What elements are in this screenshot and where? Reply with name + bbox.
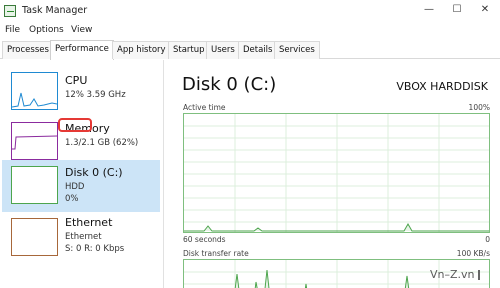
disk-title: Disk 0 (C:) xyxy=(65,166,123,179)
menu-view[interactable]: View xyxy=(71,25,92,35)
menu-file[interactable]: File xyxy=(5,25,20,35)
watermark: Vn–Z.vn xyxy=(430,268,480,281)
sidebar-item-cpu[interactable]: CPU 12% 3.59 GHz xyxy=(2,66,160,116)
memory-sparkline xyxy=(12,135,58,150)
disk-thumbnail-graph xyxy=(11,166,58,204)
cpu-usage: 12% 3.59 GHz xyxy=(65,90,126,100)
close-button[interactable]: ✕ xyxy=(474,2,496,18)
cpu-sparkline xyxy=(11,92,58,108)
minimize-button[interactable]: — xyxy=(418,2,440,18)
menu-options[interactable]: Options xyxy=(29,25,64,35)
device-name: VBOX HARDDISK xyxy=(396,80,488,93)
memory-thumbnail-graph xyxy=(11,122,58,160)
watermark-text: Vn–Z.vn xyxy=(430,268,475,281)
active-time-min: 0 xyxy=(485,235,490,244)
cpu-thumbnail-graph xyxy=(11,72,58,110)
tab-bar: Processes Performance App history Startu… xyxy=(0,40,500,60)
maximize-button[interactable]: ☐ xyxy=(446,2,468,18)
transfer-rate-max: 100 KB/s xyxy=(456,249,490,258)
time-window-label: 60 seconds xyxy=(183,235,226,244)
watermark-bar-icon xyxy=(478,270,482,280)
active-time-grid xyxy=(184,114,489,232)
ethernet-adapter: Ethernet xyxy=(65,232,102,242)
active-time-max: 100% xyxy=(468,103,490,112)
ethernet-thumbnail-graph xyxy=(11,218,58,256)
task-manager-icon xyxy=(4,5,16,17)
disk-type: HDD xyxy=(65,182,85,192)
tab-services[interactable]: Services xyxy=(274,41,320,59)
tab-startup[interactable]: Startup xyxy=(168,41,210,59)
window-title: Task Manager xyxy=(22,5,88,16)
memory-usage: 1.3/2.1 GB (62%) xyxy=(65,138,139,148)
ethernet-title: Ethernet xyxy=(65,216,113,229)
disk-usage: 0% xyxy=(65,194,79,204)
tab-app-history[interactable]: App history xyxy=(112,41,171,59)
menu-bar: File Options View xyxy=(0,22,500,39)
active-time-graph xyxy=(183,113,490,233)
hdd-highlight xyxy=(58,118,92,132)
active-time-label: Active time xyxy=(183,103,226,112)
tab-users[interactable]: Users xyxy=(206,41,240,59)
tab-details[interactable]: Details xyxy=(238,41,278,59)
transfer-rate-label: Disk transfer rate xyxy=(183,249,249,258)
sidebar-item-ethernet[interactable]: Ethernet Ethernet S: 0 R: 0 Kbps xyxy=(2,212,160,262)
page-title: Disk 0 (C:) xyxy=(182,74,277,95)
title-bar: Task Manager — ☐ ✕ xyxy=(0,0,500,22)
resource-sidebar: CPU 12% 3.59 GHz Memory 1.3/2.1 GB (62%)… xyxy=(0,60,164,288)
cpu-title: CPU xyxy=(65,74,88,87)
tab-processes[interactable]: Processes xyxy=(2,41,54,59)
tab-performance[interactable]: Performance xyxy=(50,40,114,60)
ethernet-throughput: S: 0 R: 0 Kbps xyxy=(65,244,125,254)
sidebar-item-disk[interactable]: Disk 0 (C:) HDD 0% xyxy=(2,160,160,212)
performance-panel: Disk 0 (C:) VBOX HARDDISK Active time 10… xyxy=(168,60,500,288)
